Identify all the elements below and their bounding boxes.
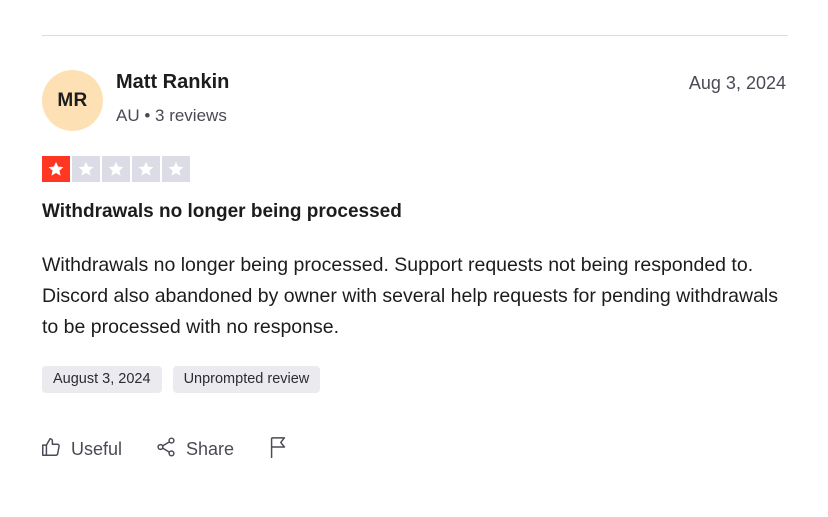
star-icon — [162, 156, 190, 182]
top-divider — [42, 35, 788, 36]
share-label: Share — [186, 439, 235, 459]
review-source-tag[interactable]: Unprompted review — [172, 366, 321, 393]
avatar[interactable]: MR — [42, 70, 103, 131]
star-icon — [102, 156, 130, 182]
star-icon — [132, 156, 160, 182]
star-icon — [72, 156, 100, 182]
useful-label: Useful — [71, 439, 123, 459]
avatar-initials: MR — [57, 89, 88, 111]
review-actions: Useful Share — [40, 435, 322, 464]
thumbs-up-icon — [40, 436, 62, 463]
reviewer-name[interactable]: Matt Rankin — [116, 71, 229, 94]
review-body: Withdrawals no longer being processed. S… — [42, 254, 779, 338]
review-tags: August 3, 2024 Unprompted review — [42, 366, 321, 393]
report-button[interactable] — [267, 435, 289, 464]
star-rating — [42, 156, 190, 182]
date-of-experience-tag: August 3, 2024 — [42, 366, 162, 393]
review-title[interactable]: Withdrawals no longer being processed — [42, 201, 402, 223]
flag-icon — [267, 435, 289, 464]
share-button[interactable]: Share — [155, 436, 234, 463]
reviewer-meta: AU • 3 reviews — [116, 106, 227, 125]
share-icon — [155, 436, 177, 463]
star-icon — [42, 156, 70, 182]
review-date: Aug 3, 2024 — [688, 73, 786, 93]
useful-button[interactable]: Useful — [40, 436, 122, 463]
